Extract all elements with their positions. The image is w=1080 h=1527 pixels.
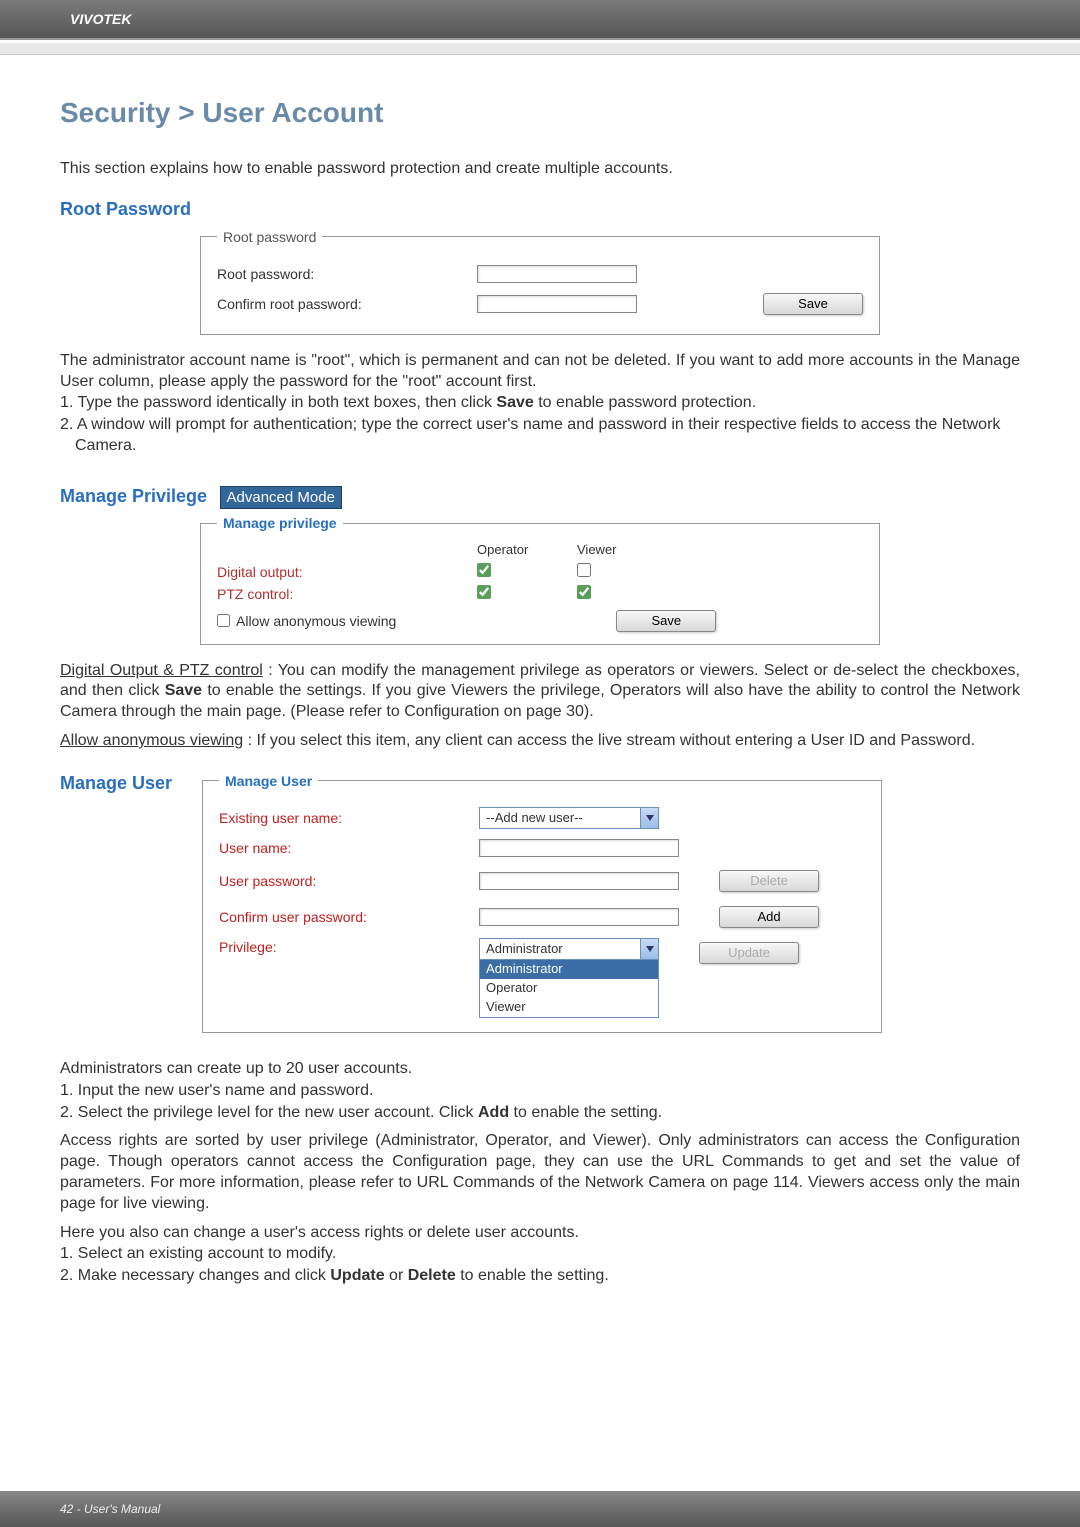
allow-anonymous-label: Allow anonymous viewing xyxy=(236,612,396,630)
step-text: 2. A window will prompt for authenticati… xyxy=(75,415,1020,457)
manage-user-step1: 1. Input the new user's name and passwor… xyxy=(60,1081,1020,1102)
add-user-button[interactable]: Add xyxy=(719,906,819,928)
confirm-user-password-input[interactable] xyxy=(479,908,679,926)
step-text: to enable the setting. xyxy=(514,1104,663,1121)
step-bold: Add xyxy=(478,1104,509,1121)
intro-text: This section explains how to enable pass… xyxy=(60,159,1020,180)
ptz-control-operator-checkbox[interactable] xyxy=(477,585,491,599)
privilege-option-admin[interactable]: Administrator xyxy=(480,960,658,979)
manage-privilege-fieldset: Manage privilege Operator Viewer Digital… xyxy=(200,514,880,644)
footer-bar: 42 - User's Manual xyxy=(0,1491,1080,1527)
digital-output-viewer-checkbox[interactable] xyxy=(577,563,591,577)
page-title: Security > User Account xyxy=(60,95,1020,131)
existing-user-select[interactable]: --Add new user-- xyxy=(479,807,659,829)
allow-body: : If you select this item, any client ca… xyxy=(248,732,975,749)
allow-anonymous-checkbox[interactable] xyxy=(217,614,230,627)
root-password-legend: Root password xyxy=(217,228,322,246)
privilege-option-operator[interactable]: Operator xyxy=(480,979,658,998)
privilege-label: Privilege: xyxy=(219,938,479,956)
update-user-button[interactable]: Update xyxy=(699,942,799,964)
root-password-steps: 1. Type the password identically in both… xyxy=(60,393,1020,456)
privilege-dropdown[interactable]: Administrator Operator Viewer xyxy=(479,959,659,1018)
manage-user-legend: Manage User xyxy=(219,772,318,790)
privilege-option-viewer[interactable]: Viewer xyxy=(480,998,658,1017)
manage-user-step3: 1. Select an existing account to modify. xyxy=(60,1244,1020,1265)
user-name-input[interactable] xyxy=(479,839,679,857)
section-root-password: Root Password xyxy=(60,198,1020,221)
step-text: to enable the setting. xyxy=(460,1267,609,1284)
manage-user-fieldset: Manage User Existing user name: --Add ne… xyxy=(202,772,882,1033)
para-save: Save xyxy=(165,682,202,699)
viewer-col-header: Viewer xyxy=(577,542,677,559)
user-name-label: User name: xyxy=(219,839,479,857)
divider xyxy=(0,43,1080,55)
chevron-down-icon xyxy=(640,808,658,828)
delete-user-button[interactable]: Delete xyxy=(719,870,819,892)
step-bold: Update xyxy=(330,1267,384,1284)
manage-privilege-legend: Manage privilege xyxy=(217,514,343,532)
confirm-root-password-input[interactable] xyxy=(477,295,637,313)
ptz-control-viewer-checkbox[interactable] xyxy=(577,585,591,599)
step-text: 2. Select the privilege level for the ne… xyxy=(60,1104,478,1121)
para-tail: to enable the settings. If you give View… xyxy=(60,682,1020,720)
privilege-para: Digital Output & PTZ control : You can m… xyxy=(60,661,1020,723)
digital-output-operator-checkbox[interactable] xyxy=(477,563,491,577)
header-bar: VIVOTEK xyxy=(0,0,1080,40)
existing-user-label: Existing user name: xyxy=(219,809,479,827)
root-password-input[interactable] xyxy=(477,265,637,283)
operator-col-header: Operator xyxy=(477,542,577,559)
step-bold: Delete xyxy=(408,1267,456,1284)
confirm-root-password-label: Confirm root password: xyxy=(217,295,477,313)
step-text: or xyxy=(389,1267,408,1284)
step-text: 2. Make necessary changes and click xyxy=(60,1267,330,1284)
allow-anon-para: Allow anonymous viewing : If you select … xyxy=(60,731,1020,752)
para-lead: Digital Output & PTZ control xyxy=(60,662,263,679)
footer-text: 42 - User's Manual xyxy=(60,1502,160,1516)
digital-output-label: Digital output: xyxy=(217,563,477,581)
step-text: to enable password protection. xyxy=(538,394,756,411)
user-password-label: User password: xyxy=(219,872,479,890)
chevron-down-icon xyxy=(640,939,658,959)
step-bold: Save xyxy=(496,394,533,411)
root-password-fieldset: Root password Root password: Confirm roo… xyxy=(200,228,880,335)
user-password-input[interactable] xyxy=(479,872,679,890)
privilege-select[interactable]: Administrator xyxy=(479,938,659,960)
confirm-user-password-label: Confirm user password: xyxy=(219,908,479,926)
advanced-mode-badge: Advanced Mode xyxy=(220,486,342,510)
privilege-value: Administrator xyxy=(480,941,640,958)
manage-user-para3: Here you also can change a user's access… xyxy=(60,1223,1020,1244)
section-manage-user: Manage User xyxy=(60,772,172,795)
ptz-control-label: PTZ control: xyxy=(217,585,477,603)
root-password-para1: The administrator account name is "root"… xyxy=(60,351,1020,393)
allow-lead: Allow anonymous viewing xyxy=(60,732,243,749)
save-root-password-button[interactable]: Save xyxy=(763,293,863,315)
section-manage-privilege: Manage Privilege xyxy=(60,485,207,508)
brand-text: VIVOTEK xyxy=(70,11,131,27)
save-privilege-button[interactable]: Save xyxy=(616,610,716,632)
existing-user-value: --Add new user-- xyxy=(480,810,640,827)
manage-user-para1: Administrators can create up to 20 user … xyxy=(60,1059,1020,1080)
root-password-label: Root password: xyxy=(217,265,477,283)
manage-user-para2: Access rights are sorted by user privile… xyxy=(60,1131,1020,1214)
step-text: 1. Type the password identically in both… xyxy=(60,394,496,411)
